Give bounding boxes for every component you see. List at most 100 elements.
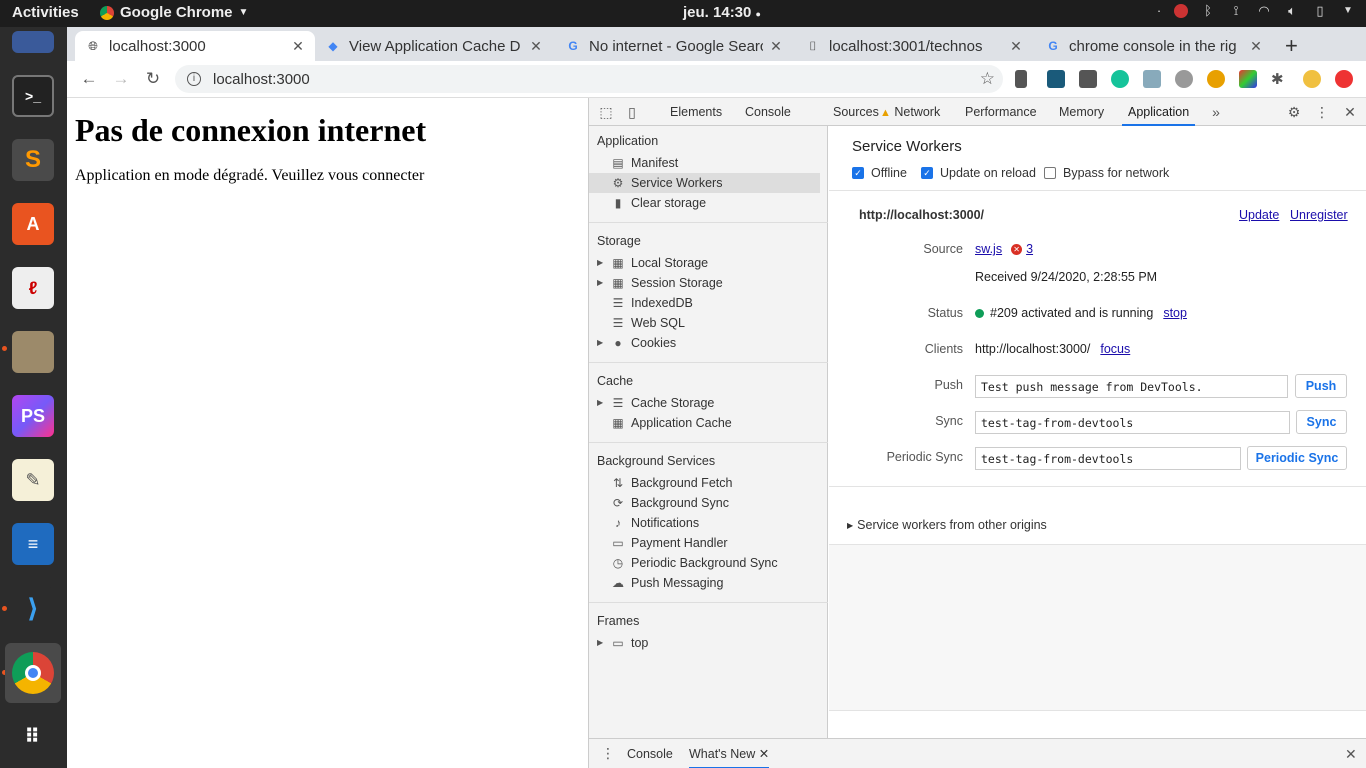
web-extension-icon[interactable] [1175,70,1193,88]
sidebar-item-application-cache[interactable]: ▦ Application Cache [597,413,828,433]
expand-icon[interactable]: ▶ [597,273,607,293]
tab-no-internet[interactable]: G No internet - Google Searc ✕ [555,31,793,61]
sidebar-item-background-fetch[interactable]: ⇅ Background Fetch [597,473,828,493]
update-icon[interactable] [1335,70,1353,88]
bypass-network-checkbox[interactable]: Bypass for network [1044,166,1169,180]
wifi-icon[interactable]: ◠ [1256,3,1272,19]
tab-application[interactable]: Application [1122,98,1196,126]
tab-memory[interactable]: Memory [1053,98,1110,126]
back-icon[interactable]: ← [79,69,99,89]
update-link[interactable]: Update [1239,208,1279,222]
sidebar-item-manifest[interactable]: ▤ Manifest [597,153,828,173]
sidebar-item-cookies[interactable]: ▶ ● Cookies [597,333,828,353]
tab-localhost-3000[interactable]: 🌐︎ localhost:3000 ✕ [75,31,315,61]
sidebar-item-service-workers[interactable]: ⚙ Service Workers [589,173,820,193]
gear-icon[interactable]: ⚙ [1285,103,1303,121]
ip-extension-icon[interactable] [1207,70,1225,88]
tab-elements[interactable]: Elements [664,98,728,126]
battery-icon[interactable]: ▯ [1312,3,1328,19]
push-button[interactable]: Push [1295,374,1347,398]
drawer-tab-whats-new[interactable]: What's New ✕ [689,739,770,768]
bluetooth-icon[interactable]: ᛒ [1200,3,1216,19]
update-on-reload-checkbox[interactable]: ✓ Update on reload [921,166,1036,180]
offline-checkbox[interactable]: ✓ Offline [852,166,907,180]
expand-icon[interactable]: ▶ [597,633,607,653]
tab-network[interactable]: ▲ Network [874,98,946,126]
star-icon[interactable]: ☆ [980,69,995,89]
sidebar-item-cache-storage[interactable]: ▶ ☰ Cache Storage [597,393,828,413]
tab-console[interactable]: Console [739,98,797,126]
device-toolbar-icon[interactable]: ▯ [623,103,641,121]
dock-item-writer[interactable]: ≡ [8,519,58,569]
close-icon[interactable]: ✕ [1249,38,1263,55]
more-tabs-icon[interactable]: » [1207,103,1225,121]
inspect-icon[interactable]: ⬚ [597,103,615,121]
sidebar-item-push-messaging[interactable]: ☁ Push Messaging [597,573,828,593]
tab-app-cache[interactable]: ◆ View Application Cache D ✕ [315,31,553,61]
sync-input[interactable]: test-tag-from-devtools [975,411,1290,434]
power-menu-icon[interactable]: ▼ [1340,3,1356,19]
expand-icon[interactable]: ▶ [597,333,607,353]
error-count-link[interactable]: 3 [1026,242,1033,256]
app-menu[interactable]: Google Chrome ▼ [100,4,248,21]
close-icon[interactable]: ✕ [1009,38,1023,55]
dock-item-screen[interactable] [8,27,58,57]
source-file-link[interactable]: sw.js [975,242,1002,256]
info-icon[interactable]: i [187,72,201,86]
tab-chrome-console[interactable]: G chrome console in the rig ✕ [1035,31,1273,61]
volume-icon[interactable]: 🔈︎ [1284,3,1300,19]
expand-icon[interactable]: ▶ [597,253,607,273]
puzzle-icon[interactable]: ✱ [1271,70,1289,88]
close-icon[interactable]: ✕ [1341,103,1359,121]
forward-icon[interactable]: → [111,69,131,89]
other-origins-toggle[interactable]: ▶ Service workers from other origins [847,518,1047,532]
facebook-extension-icon[interactable] [1079,70,1097,88]
reading-list-icon[interactable] [1015,70,1027,88]
dock-item-vscode[interactable]: ⟩ [8,583,58,633]
tab-localhost-3001[interactable]: ⌷ localhost:3001/technos ✕ [795,31,1033,61]
sidebar-item-top-frame[interactable]: ▶ ▭ top [597,633,828,653]
download-extension-icon[interactable] [1143,70,1161,88]
close-drawer-icon[interactable]: ✕ [1345,746,1357,763]
stop-link[interactable]: stop [1163,306,1187,320]
periodic-sync-input[interactable]: test-tag-from-devtools [975,447,1241,470]
dock-item-sublime[interactable]: S [8,135,58,185]
sidebar-item-payment-handler[interactable]: ▭ Payment Handler [597,533,828,553]
tray-app-icon[interactable] [1174,4,1188,18]
avatar[interactable] [1303,70,1321,88]
grammarly-icon[interactable] [1111,70,1129,88]
sync-button[interactable]: Sync [1296,410,1347,434]
kebab-menu-icon[interactable]: ⋮ [1313,103,1331,121]
kebab-menu-icon[interactable]: ⋮ [601,745,615,762]
color-extension-icon[interactable] [1239,70,1257,88]
sidebar-item-clear-storage[interactable]: ▮ Clear storage [597,193,828,213]
dock-item-files[interactable] [8,327,58,377]
close-icon[interactable]: ✕ [529,38,543,55]
sidebar-item-web-sql[interactable]: ☰ Web SQL [597,313,828,333]
dock-item-software[interactable]: A [8,199,58,249]
push-input[interactable]: Test push message from DevTools. [975,375,1288,398]
dock-item-phpstorm[interactable]: PS [8,391,58,441]
activities-button[interactable]: Activities [12,4,79,21]
close-icon[interactable]: ✕ [759,747,769,761]
sidebar-item-periodic-sync[interactable]: ◷ Periodic Background Sync [597,553,828,573]
sidebar-item-notifications[interactable]: ♪ Notifications [597,513,828,533]
sidebar-item-local-storage[interactable]: ▶ ▦ Local Storage [597,253,828,273]
close-icon[interactable]: ✕ [291,38,305,55]
clock[interactable]: jeu. 14:30 ● [683,4,761,21]
eye-extension-icon[interactable] [1047,70,1065,88]
sidebar-item-background-sync[interactable]: ⟳ Background Sync [597,493,828,513]
unregister-link[interactable]: Unregister [1290,208,1348,222]
show-apps-button[interactable]: ⠿ [8,711,58,761]
expand-icon[interactable]: ▶ [597,393,607,413]
close-icon[interactable]: ✕ [769,38,783,55]
periodic-sync-button[interactable]: Periodic Sync [1247,446,1347,470]
tab-performance[interactable]: Performance [959,98,1043,126]
dock-item-terminal[interactable]: >_ [8,71,58,121]
sidebar-item-indexeddb[interactable]: ☰ IndexedDB [597,293,828,313]
address-bar[interactable]: i localhost:3000 ☆ [175,65,1003,93]
dock-item-text-editor[interactable]: ✎ [8,455,58,505]
drawer-tab-console[interactable]: Console [627,739,673,768]
dock-item-chrome[interactable] [5,643,61,703]
new-tab-button[interactable]: + [1285,33,1298,59]
